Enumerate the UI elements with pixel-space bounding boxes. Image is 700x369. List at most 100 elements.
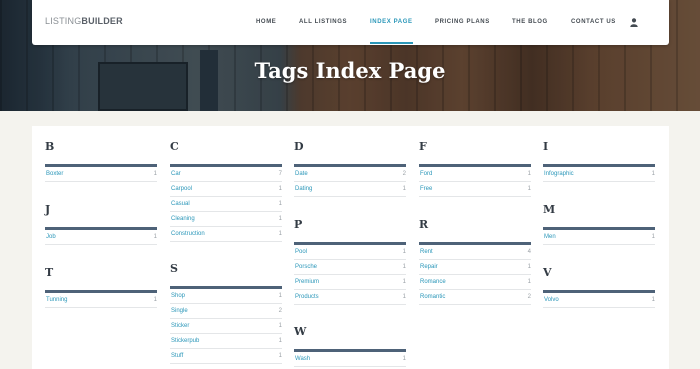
tag-link[interactable]: Products [295, 290, 319, 305]
tag-count: 1 [153, 297, 157, 303]
tag-group-m: M Men 1 [543, 202, 655, 245]
tag-link[interactable]: Volvo [544, 293, 559, 308]
tag-count: 1 [402, 356, 406, 362]
group-letter: S [170, 262, 178, 275]
tag-link[interactable]: Ford [420, 167, 432, 182]
tag-link[interactable]: Men [544, 230, 556, 245]
tag-row: Rent 4 [419, 245, 531, 260]
tag-count: 1 [527, 264, 531, 270]
tag-group-t: T Tunning 1 [45, 265, 157, 308]
tag-link[interactable]: Pool [295, 245, 307, 260]
tag-row: Romantic 2 [419, 290, 531, 305]
tag-count: 1 [278, 293, 282, 299]
group-letter: V [543, 266, 552, 279]
tag-link[interactable]: Car [171, 167, 181, 182]
tag-group-w: W Wash 1 [294, 324, 406, 367]
tag-link[interactable]: Casual [171, 197, 190, 212]
tag-count: 1 [278, 353, 282, 359]
tag-link[interactable]: Cleaning [171, 212, 195, 227]
tag-count: 1 [527, 279, 531, 285]
nav-home[interactable]: HOME [256, 19, 276, 25]
tag-row: Wash 1 [294, 352, 406, 367]
tag-group-r: R Rent 4 Repair 1 Romance 1 Romantic 2 [419, 217, 531, 305]
group-letter: M [543, 203, 556, 216]
tag-link[interactable]: Job [46, 230, 56, 245]
nav-index-page[interactable]: INDEX PAGE [370, 19, 413, 25]
tag-link[interactable]: Romantic [420, 290, 445, 305]
site-logo[interactable]: LISTINGBUILDER [45, 16, 123, 26]
tag-row: Tunning 1 [45, 293, 157, 308]
tag-link[interactable]: Infographic [544, 167, 574, 182]
tag-row: Repair 1 [419, 260, 531, 275]
tag-count: 1 [527, 171, 531, 177]
top-navbar: LISTINGBUILDER HOME ALL LISTINGS INDEX P… [32, 0, 669, 45]
tag-link[interactable]: Premium [295, 275, 319, 290]
group-letter: C [170, 140, 179, 153]
group-letter: D [294, 140, 304, 153]
tag-row: Volvo 1 [543, 293, 655, 308]
tag-row: Stuff 1 [170, 349, 282, 364]
tag-count: 1 [402, 249, 406, 255]
tag-link[interactable]: Single [171, 304, 188, 319]
tag-group-i: I Infographic 1 [543, 139, 655, 182]
tag-count: 1 [527, 186, 531, 192]
tag-row: Porsche 1 [294, 260, 406, 275]
tag-link[interactable]: Date [295, 167, 308, 182]
tag-row: Single 2 [170, 304, 282, 319]
group-letter: F [419, 140, 427, 153]
group-letter: I [543, 140, 549, 153]
group-letter: P [294, 218, 303, 231]
tag-row: Carpool 1 [170, 182, 282, 197]
nav-pricing-plans[interactable]: PRICING PLANS [435, 19, 490, 25]
tag-link[interactable]: Wash [295, 352, 310, 367]
tag-count: 1 [278, 338, 282, 344]
tag-count: 1 [153, 234, 157, 240]
tag-link[interactable]: Free [420, 182, 432, 197]
nav-all-listings[interactable]: ALL LISTINGS [299, 19, 347, 25]
tag-count: 1 [402, 294, 406, 300]
tag-count: 1 [402, 264, 406, 270]
user-icon[interactable] [630, 18, 638, 27]
tag-count: 1 [278, 201, 282, 207]
tag-row: Shop 1 [170, 289, 282, 304]
tag-link[interactable]: Construction [171, 227, 205, 242]
tag-row: Romance 1 [419, 275, 531, 290]
tag-link[interactable]: Porsche [295, 260, 317, 275]
tag-row: Pool 1 [294, 245, 406, 260]
group-letter: W [294, 325, 307, 338]
tag-link[interactable]: Stickerpub [171, 334, 199, 349]
tag-row: Date 2 [294, 167, 406, 182]
nav-contact-us[interactable]: CONTACT US [571, 19, 616, 25]
tag-link[interactable]: Romance [420, 275, 446, 290]
tag-link[interactable]: Dating [295, 182, 312, 197]
tag-row: Ford 1 [419, 167, 531, 182]
tag-row: Infographic 1 [543, 167, 655, 182]
tag-count: 1 [651, 297, 655, 303]
tag-link[interactable]: Stuff [171, 349, 183, 364]
tag-group-d: D Date 2 Dating 1 [294, 139, 406, 197]
tag-count: 1 [153, 171, 157, 177]
tag-link[interactable]: Carpool [171, 182, 192, 197]
tag-link[interactable]: Rent [420, 245, 433, 260]
tag-link[interactable]: Boxter [46, 167, 63, 182]
tag-row: Job 1 [45, 230, 157, 245]
group-letter: R [419, 218, 429, 231]
group-letter: J [45, 203, 51, 216]
tag-link[interactable]: Tunning [46, 293, 67, 308]
tag-row: Free 1 [419, 182, 531, 197]
tag-group-s: S Shop 1 Single 2 Sticker 1 Stickerpub 1 Stu… [170, 261, 282, 364]
tag-row: Dating 1 [294, 182, 406, 197]
tag-row: Boxter 1 [45, 167, 157, 182]
tag-count: 1 [651, 234, 655, 240]
tag-row: Premium 1 [294, 275, 406, 290]
tag-count: 1 [278, 186, 282, 192]
tag-group-b: B Boxter 1 [45, 139, 157, 182]
nav-the-blog[interactable]: THE BLOG [512, 19, 548, 25]
tag-link[interactable]: Sticker [171, 319, 189, 334]
tag-count: 1 [278, 231, 282, 237]
tag-count: 1 [402, 279, 406, 285]
tag-row: Stickerpub 1 [170, 334, 282, 349]
tag-link[interactable]: Shop [171, 289, 185, 304]
tag-link[interactable]: Repair [420, 260, 438, 275]
tag-count: 4 [527, 249, 531, 255]
